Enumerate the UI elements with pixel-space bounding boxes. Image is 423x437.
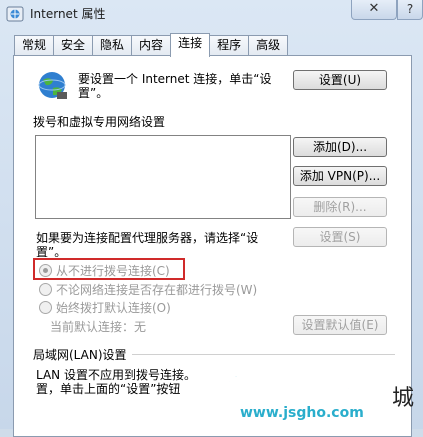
close-button[interactable]: ✕ <box>351 0 397 20</box>
remove-button[interactable]: 删除(R)... <box>293 197 387 217</box>
radio-dial-whenever[interactable] <box>39 283 52 296</box>
tab-content[interactable]: 内容 <box>131 35 172 56</box>
watermark-suffix: 城 <box>392 386 415 411</box>
close-icon: ✕ <box>368 1 380 16</box>
tab-privacy[interactable]: 隐私 <box>92 35 133 56</box>
add-vpn-button[interactable]: 添加 VPN(P)... <box>293 166 387 186</box>
add-button[interactable]: 添加(D)... <box>293 137 387 157</box>
watermark-text: 技术员联盟 <box>219 358 411 401</box>
tab-security[interactable]: 安全 <box>53 35 94 56</box>
tab-general[interactable]: 常规 <box>14 35 55 56</box>
intro-line-1: 要设置一个 Internet 连接，单击“设 <box>78 72 272 86</box>
current-default-label: 当前默认连接：无 <box>50 318 146 335</box>
window-title: Internet 属性 <box>30 7 106 21</box>
set-default-button[interactable]: 设置默认值(E) <box>293 315 387 335</box>
option-always-dial-default: 始终拨打默认连接(O) <box>56 301 171 315</box>
tab-connections[interactable]: 连接 <box>170 33 211 57</box>
help-icon: ? <box>406 2 414 16</box>
help-button[interactable]: ? <box>397 0 423 20</box>
setup-button[interactable]: 设置(U) <box>293 70 387 90</box>
settings-button[interactable]: 设置(S) <box>293 227 387 247</box>
highlight-box <box>33 258 185 280</box>
internet-properties-window: Internet 属性 ✕ ? 常规 安全 隐私 内容 连接 程序 高级 要设置… <box>0 0 423 437</box>
current-default-caption: 当前默认连接： <box>50 320 135 334</box>
current-default-value: 无 <box>134 320 147 334</box>
tab-bar: 常规 安全 隐私 内容 连接 程序 高级 <box>14 33 289 57</box>
tab-programs[interactable]: 程序 <box>209 35 250 56</box>
lan-text-line-2: 置，单击上面的“设置”按钮 <box>36 382 181 396</box>
intro-text: 要设置一个 Internet 连接，单击“设 置”。 <box>78 72 288 100</box>
connections-list[interactable] <box>35 135 291 219</box>
lan-heading: 局域网(LAN)设置 <box>33 348 127 362</box>
watermark-url: www.jsgho.com <box>240 405 364 421</box>
globe-network-icon <box>38 72 67 99</box>
tab-advanced[interactable]: 高级 <box>248 35 289 56</box>
option-dial-whenever: 不论网络连接是否存在都进行拨号(W) <box>56 283 258 297</box>
watermark-logo: 技术员联盟 www.jsgho.com 城 <box>219 350 420 425</box>
radio-always-dial-default[interactable] <box>39 301 52 314</box>
internet-options-icon <box>6 6 24 22</box>
intro-line-2: 置”。 <box>78 86 109 100</box>
proxy-text-line-1: 如果要为连接配置代理服务器，请选择“设 <box>36 231 259 245</box>
title-bar: Internet 属性 ✕ ? <box>0 0 423 28</box>
dialup-heading: 拨号和虚拟专用网络设置 <box>33 115 166 129</box>
